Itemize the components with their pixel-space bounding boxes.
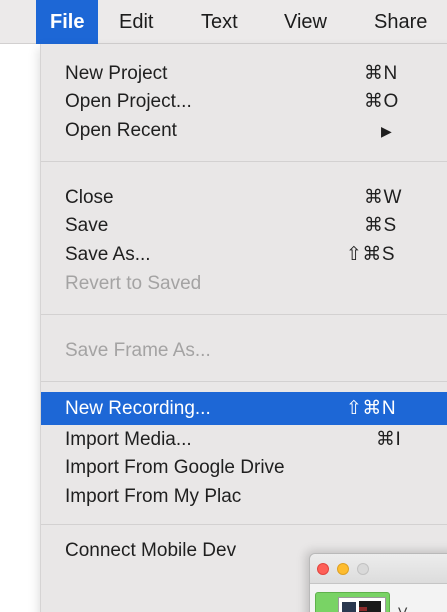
minimize-window-icon[interactable] xyxy=(337,563,349,575)
menu-separator xyxy=(41,314,447,315)
screenshot-frame: File Edit Text View Share New Project ⌘N… xyxy=(0,0,447,612)
zoom-window-icon[interactable] xyxy=(357,563,369,575)
menu-item-label: Import From My Plac xyxy=(65,486,242,507)
menu-bar: File Edit Text View Share xyxy=(0,0,447,44)
menu-item-label: Open Recent xyxy=(65,120,177,141)
menu-item-shortcut: ⇧⌘N xyxy=(346,398,397,419)
menu-item-new-recording[interactable]: New Recording... ⇧⌘N xyxy=(41,392,447,425)
submenu-arrow-icon: ▶ xyxy=(381,123,393,139)
media-thumbnail-image xyxy=(338,597,386,612)
menu-item-label: Save Frame As... xyxy=(65,340,211,361)
menu-item-revert-to-saved: Revert to Saved xyxy=(41,269,447,299)
menu-item-label: Revert to Saved xyxy=(65,273,202,294)
close-window-icon[interactable] xyxy=(317,563,329,575)
menu-item-import-google-drive[interactable]: Import From Google Drive xyxy=(41,453,447,483)
menu-item-label: New Recording... xyxy=(65,398,211,419)
menu-item-label: Close xyxy=(65,187,114,208)
menu-item-open-recent[interactable]: Open Recent ▶ xyxy=(41,116,447,146)
selected-media-thumbnail[interactable] xyxy=(315,592,390,612)
menu-item-label: New Project xyxy=(65,63,168,84)
menu-edit[interactable]: Edit xyxy=(105,0,167,44)
menu-item-import-media[interactable]: Import Media... ⌘I xyxy=(41,425,447,455)
menu-item-label: Connect Mobile Dev xyxy=(65,540,237,561)
menu-view[interactable]: View xyxy=(270,0,341,44)
menu-separator xyxy=(41,161,447,162)
menu-item-shortcut: ⇧⌘S xyxy=(346,244,396,265)
menu-separator xyxy=(41,524,447,525)
app-window[interactable]: V xyxy=(309,553,447,612)
menu-item-save[interactable]: Save ⌘S xyxy=(41,211,447,241)
menu-file[interactable]: File xyxy=(36,0,99,44)
menu-item-shortcut: ⌘S xyxy=(364,215,397,236)
menu-item-shortcut: ⌘O xyxy=(364,91,399,112)
menu-item-close[interactable]: Close ⌘W xyxy=(41,183,447,213)
window-partial-text: V xyxy=(398,604,408,612)
menu-item-shortcut: ⌘N xyxy=(364,63,398,84)
menu-item-label: Save xyxy=(65,215,109,236)
menu-item-save-as[interactable]: Save As... ⇧⌘S xyxy=(41,240,447,270)
menu-item-shortcut: ⌘I xyxy=(376,429,402,450)
menu-share[interactable]: Share xyxy=(360,0,441,44)
menu-item-new-project[interactable]: New Project ⌘N xyxy=(41,59,447,89)
menu-item-open-project[interactable]: Open Project... ⌘O xyxy=(41,87,447,117)
file-menu-dropdown: New Project ⌘N Open Project... ⌘O Open R… xyxy=(40,44,447,612)
window-titlebar[interactable] xyxy=(310,554,447,584)
menu-item-import-my-place[interactable]: Import From My Plac xyxy=(41,482,447,512)
menu-separator xyxy=(41,381,447,382)
menu-text[interactable]: Text xyxy=(187,0,252,44)
menu-item-shortcut: ⌘W xyxy=(364,187,402,208)
menu-item-label: Import From Google Drive xyxy=(65,457,285,478)
menu-item-label: Open Project... xyxy=(65,91,192,112)
menu-item-save-frame-as: Save Frame As... xyxy=(41,336,447,366)
menu-item-label: Import Media... xyxy=(65,429,192,450)
menu-item-label: Save As... xyxy=(65,244,151,265)
